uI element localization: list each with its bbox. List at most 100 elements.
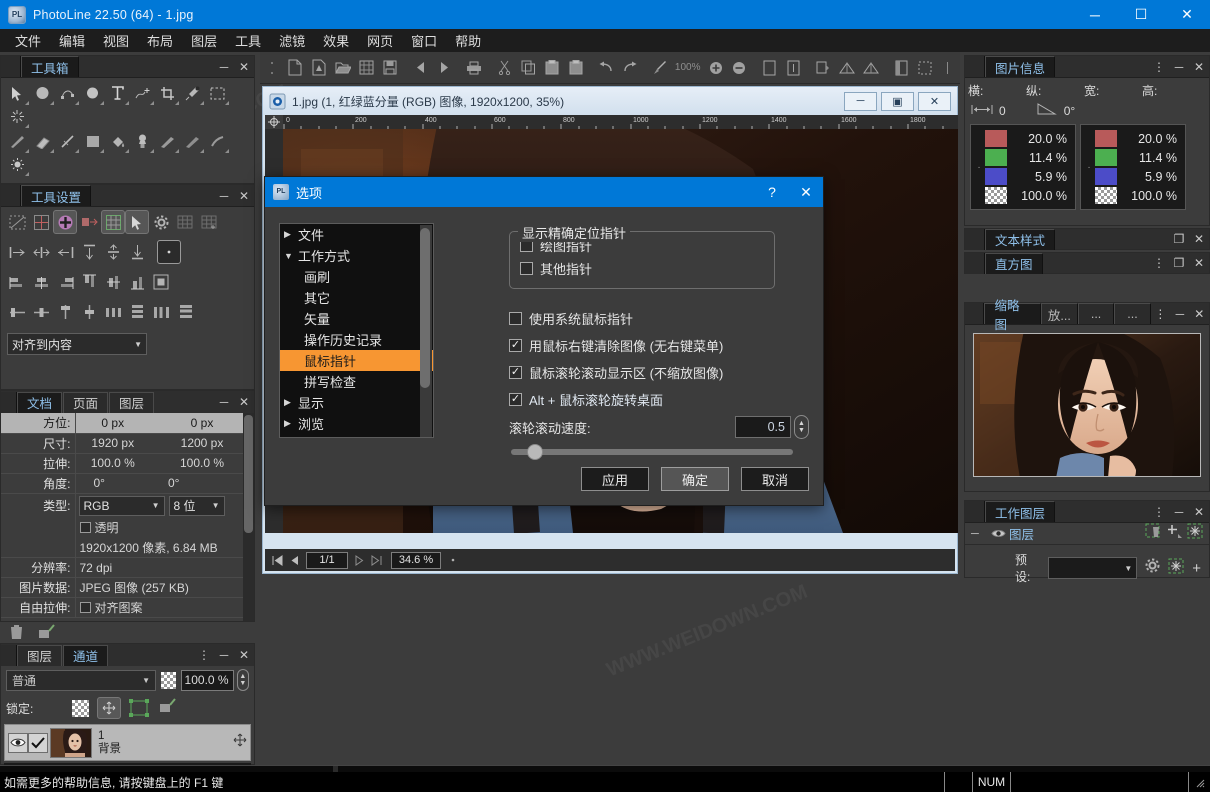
- system-cursor-checkbox[interactable]: [509, 312, 522, 325]
- resolution-value[interactable]: 72 dpi: [75, 558, 254, 578]
- brightness-tool-icon[interactable]: [5, 153, 30, 176]
- table-row[interactable]: 方位: 0 px 0 px: [1, 413, 254, 433]
- grid-add-icon[interactable]: [197, 210, 221, 234]
- work-layer-delete-icon[interactable]: [1145, 523, 1163, 544]
- select-all-icon[interactable]: [913, 55, 937, 81]
- dist-gap-v-icon[interactable]: [173, 300, 197, 324]
- tab-extra-2[interactable]: ...: [1114, 303, 1150, 324]
- right-click-clear-row[interactable]: ✓ 用鼠标右键清除图像 (无右键菜单): [509, 336, 809, 355]
- menu-item-effect[interactable]: 效果: [314, 29, 358, 52]
- undo-icon[interactable]: [594, 55, 618, 81]
- grid-icon[interactable]: [173, 210, 197, 234]
- document-close-button[interactable]: ✕: [918, 92, 951, 111]
- work-layer-minimize-button[interactable]: ─: [1169, 501, 1189, 523]
- shape-ellipse-tool-icon[interactable]: [30, 82, 55, 105]
- wheel-scroll-row[interactable]: ✓ 鼠标滚轮滚动显示区 (不缩放图像): [509, 363, 809, 382]
- align-reference-icon[interactable]: [157, 240, 181, 264]
- tree-item-file[interactable]: ▶ 文件: [280, 224, 433, 245]
- image-info-minimize-button[interactable]: ─: [1169, 56, 1189, 78]
- text-tool-icon[interactable]: [105, 82, 130, 105]
- table-row[interactable]: 拉伸: 100.0 % 100.0 %: [1, 453, 254, 473]
- save-icon[interactable]: [378, 55, 402, 81]
- tree-item-spellcheck[interactable]: 拼写检查: [280, 371, 433, 392]
- brush-tool-icon[interactable]: [648, 55, 672, 81]
- menu-item-web[interactable]: 网页: [358, 29, 402, 52]
- tree-item-mouse-cursor[interactable]: 鼠标指针: [280, 350, 433, 371]
- table-row[interactable]: 尺寸: 1920 px 1200 px: [1, 433, 254, 453]
- eyedropper-tool-icon[interactable]: [180, 82, 205, 105]
- text-style-close-button[interactable]: ✕: [1189, 228, 1209, 250]
- settings-gear-icon[interactable]: [149, 210, 173, 234]
- dist-left-icon[interactable]: [5, 300, 29, 324]
- add-node-icon[interactable]: [53, 210, 77, 234]
- toolbar-overflow-icon[interactable]: [937, 55, 961, 81]
- document-restore-button[interactable]: ▣: [881, 92, 914, 111]
- eraser-tool-icon[interactable]: [30, 130, 55, 153]
- zoom-menu-icon[interactable]: [444, 552, 461, 569]
- toolbar-handle-icon[interactable]: [260, 55, 284, 81]
- wheel-speed-slider[interactable]: [511, 449, 793, 455]
- tree-item-color-management[interactable]: ▼ 颜色管理: [280, 434, 433, 438]
- rectangular-marquee-tool-icon[interactable]: [205, 82, 230, 105]
- next-page-icon[interactable]: [351, 552, 368, 569]
- menu-item-tools[interactable]: 工具: [226, 29, 270, 52]
- brush-round-tool-icon[interactable]: [80, 82, 105, 105]
- zoom-level-field[interactable]: 34.6 %: [391, 552, 441, 569]
- page-indicator-field[interactable]: 1/1: [306, 552, 348, 569]
- align-vert-middle-icon[interactable]: [101, 270, 125, 294]
- wheel-scroll-checkbox[interactable]: ✓: [509, 366, 522, 379]
- align-vert-top-icon[interactable]: [77, 270, 101, 294]
- tree-item-history[interactable]: 操作历史记录: [280, 329, 433, 350]
- tab-layers[interactable]: 图层: [17, 645, 62, 666]
- tree-scrollbar[interactable]: [420, 225, 432, 438]
- options-help-button[interactable]: ?: [755, 177, 789, 207]
- maximize-button[interactable]: ☐: [1118, 0, 1164, 29]
- sharpen-tool-icon[interactable]: [155, 130, 180, 153]
- layers-panel-minimize-button[interactable]: ─: [214, 644, 234, 666]
- horizontal-ruler[interactable]: 0200400 6008001000 120014001600 1800: [283, 115, 958, 129]
- dist-vert-mid-icon[interactable]: [77, 300, 101, 324]
- alt-wheel-rotate-checkbox[interactable]: ✓: [509, 393, 522, 406]
- lock-all-icon[interactable]: [159, 698, 176, 719]
- tool-settings-close-button[interactable]: ✕: [234, 185, 254, 207]
- actual-size-icon[interactable]: [781, 55, 805, 81]
- menu-item-help[interactable]: 帮助: [446, 29, 490, 52]
- work-layer-row[interactable]: ─ 图层: [965, 523, 1209, 545]
- stretch-y-value[interactable]: 100.0 %: [150, 453, 254, 473]
- tool-settings-minimize-button[interactable]: ─: [214, 185, 234, 207]
- lock-position-icon[interactable]: [97, 697, 121, 719]
- dodge-tool-icon[interactable]: [205, 130, 230, 153]
- menu-item-file[interactable]: 文件: [6, 29, 50, 52]
- align-bottom-icon[interactable]: [125, 240, 149, 264]
- last-page-icon[interactable]: [368, 552, 385, 569]
- tab-zoom[interactable]: 放...: [1041, 303, 1078, 324]
- document-minimize-button[interactable]: ─: [844, 92, 877, 111]
- work-layer-visibility-icon[interactable]: [987, 528, 1009, 539]
- text-style-restore-button[interactable]: ❐: [1169, 228, 1189, 250]
- dist-space-h-icon[interactable]: [101, 300, 125, 324]
- histogram-restore-button[interactable]: ❐: [1169, 252, 1189, 274]
- other-cursor-row[interactable]: 其他指针: [520, 259, 774, 278]
- image-info-close-button[interactable]: ✕: [1189, 56, 1209, 78]
- align-right-icon[interactable]: [53, 240, 77, 264]
- position-y-value[interactable]: 0 px: [150, 413, 254, 433]
- tree-item-browse[interactable]: ▶ 浏览: [280, 413, 433, 434]
- menu-item-layout[interactable]: 布局: [138, 29, 182, 52]
- redo-icon[interactable]: [618, 55, 642, 81]
- tab-extra-1[interactable]: ...: [1078, 303, 1114, 324]
- flip-left-icon[interactable]: [835, 55, 859, 81]
- options-category-tree[interactable]: ▶ 文件 ▼ 工作方式 画刷 其它 矢量 操作历史记录 鼠标指针 拼写检查 ▶ …: [279, 223, 434, 438]
- options-close-button[interactable]: ✕: [789, 177, 823, 207]
- ruler-origin-icon[interactable]: [265, 115, 283, 129]
- opacity-spinner[interactable]: ▲▼: [237, 669, 249, 691]
- thumbnail-menu-button[interactable]: ⋮: [1151, 303, 1170, 325]
- bit-depth-combo[interactable]: 8 位 ▼: [169, 496, 225, 516]
- work-layer-mask-icon[interactable]: [1187, 523, 1203, 544]
- minimize-button[interactable]: ─: [1072, 0, 1118, 29]
- preset-combo[interactable]: ▼: [1048, 557, 1137, 579]
- opacity-field[interactable]: 100.0 %: [181, 670, 234, 691]
- flip-right-icon[interactable]: [859, 55, 883, 81]
- align-edge-center-icon[interactable]: [29, 270, 53, 294]
- align-left-icon[interactable]: [5, 240, 29, 264]
- tree-item-vector[interactable]: 矢量: [280, 308, 433, 329]
